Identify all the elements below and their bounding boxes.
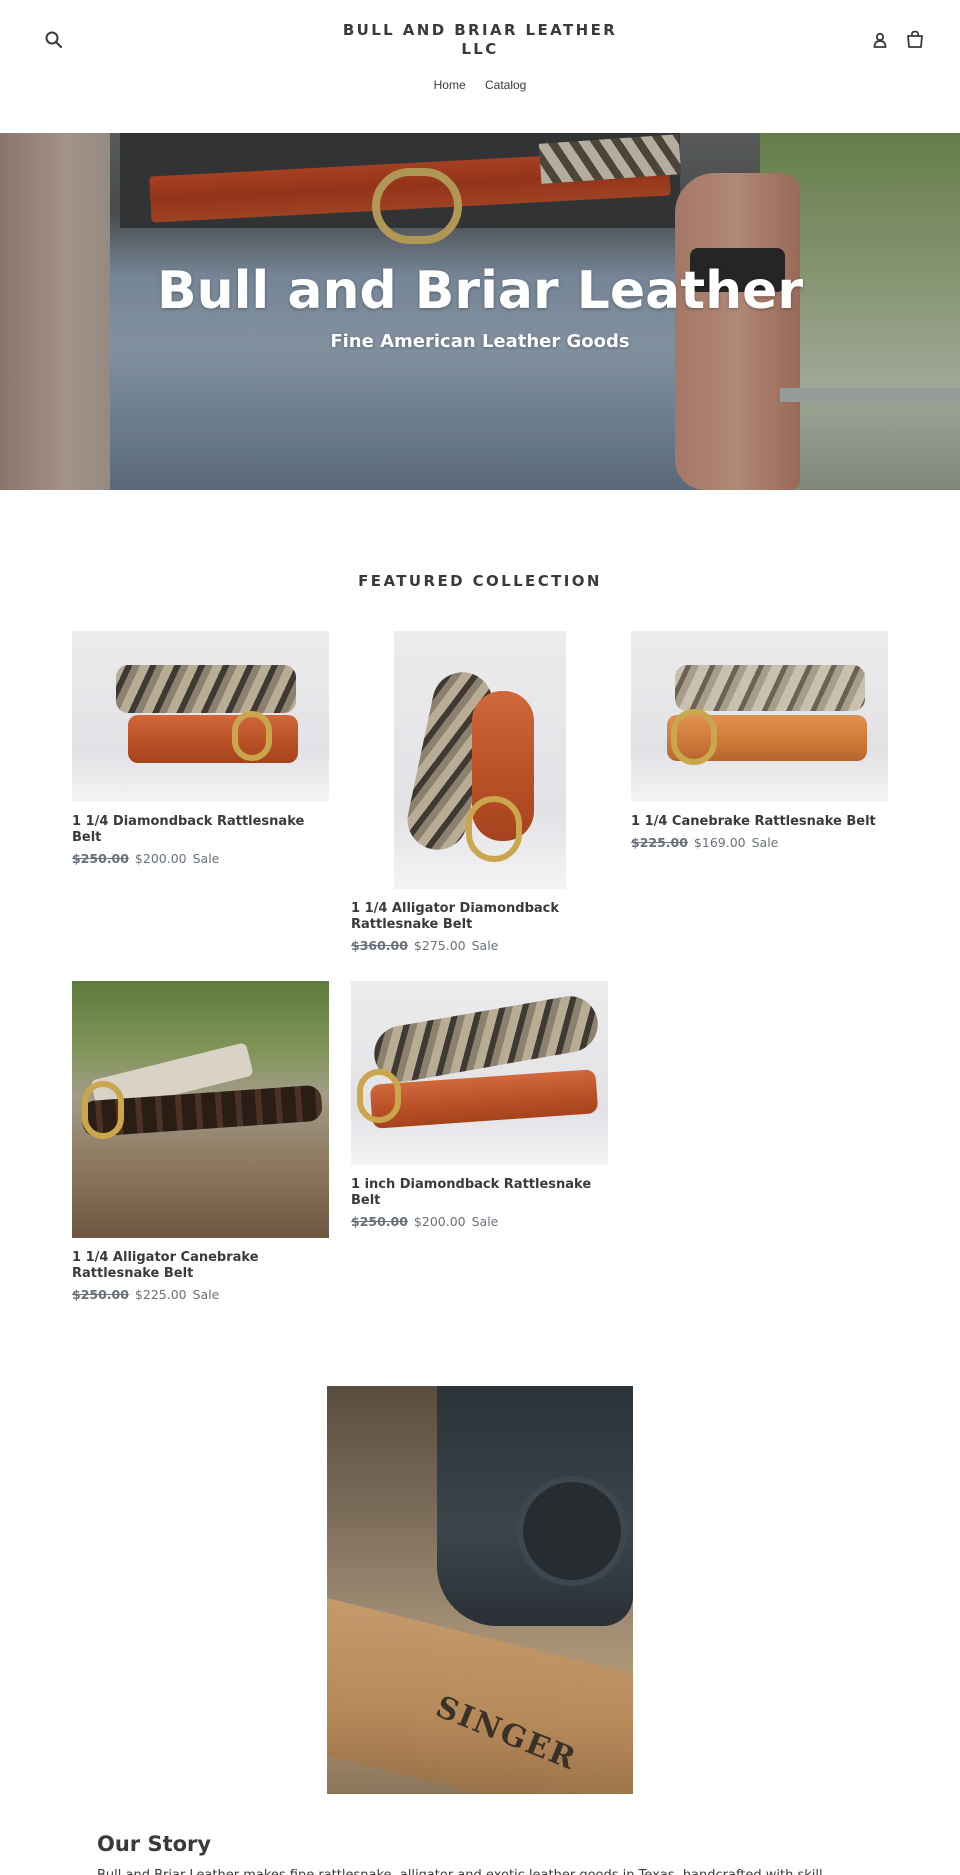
product-image[interactable] <box>631 631 888 802</box>
product-card[interactable]: 1 1/4 Diamondback Rattlesnake Belt $250.… <box>72 631 329 866</box>
story-text: Bull and Briar Leather makes fine rattle… <box>97 1866 863 1875</box>
sale-price: $200.00 <box>413 1214 466 1229</box>
sale-price: $225.00 <box>134 1287 187 1302</box>
site-header: BULL AND BRIAR LEATHER LLC Home Catalog <box>0 0 960 133</box>
shop-name-logo[interactable]: BULL AND BRIAR LEATHER LLC <box>330 21 630 59</box>
product-title[interactable]: 1 inch Diamondback Rattlesnake Belt <box>351 1177 608 1209</box>
hero-subtitle: Fine American Leather Goods <box>330 331 630 352</box>
main-nav: Home Catalog <box>0 78 960 92</box>
user-icon[interactable] <box>870 30 890 50</box>
nav-link-catalog[interactable]: Catalog <box>485 78 526 92</box>
compare-price: $360.00 <box>351 938 408 953</box>
product-image[interactable] <box>72 631 329 802</box>
product-price: $250.00 $225.00 Sale <box>72 1287 329 1302</box>
product-image[interactable] <box>393 631 566 889</box>
hero-banner: Bull and Briar Leather Fine American Lea… <box>0 133 960 490</box>
sale-badge: Sale <box>471 938 499 953</box>
sale-badge: Sale <box>751 835 779 850</box>
compare-price: $250.00 <box>72 1287 129 1302</box>
sale-badge: Sale <box>192 1287 220 1302</box>
sewing-machine-image: SINGER <box>327 1386 633 1794</box>
sale-price: $200.00 <box>134 851 187 866</box>
product-image[interactable] <box>351 981 608 1165</box>
product-card[interactable]: 1 1/4 Alligator Diamondback Rattlesnake … <box>351 631 608 953</box>
hero-title: Bull and Briar Leather <box>156 261 804 321</box>
product-price: $225.00 $169.00 Sale <box>631 835 888 850</box>
product-card[interactable]: 1 inch Diamondback Rattlesnake Belt $250… <box>351 981 608 1229</box>
product-price: $360.00 $275.00 Sale <box>351 938 608 953</box>
product-title[interactable]: 1 1/4 Alligator Canebrake Rattlesnake Be… <box>72 1250 329 1282</box>
sale-price: $169.00 <box>693 835 746 850</box>
product-card[interactable]: 1 1/4 Alligator Canebrake Rattlesnake Be… <box>72 981 329 1302</box>
product-title[interactable]: 1 1/4 Alligator Diamondback Rattlesnake … <box>351 901 608 933</box>
compare-price: $250.00 <box>72 851 129 866</box>
compare-price: $225.00 <box>631 835 688 850</box>
featured-collection-title: FEATURED COLLECTION <box>358 572 602 590</box>
sale-price: $275.00 <box>413 938 466 953</box>
product-image[interactable] <box>72 981 329 1238</box>
product-card[interactable]: 1 1/4 Canebrake Rattlesnake Belt $225.00… <box>631 631 888 850</box>
search-icon[interactable] <box>44 30 64 50</box>
story-title: Our Story <box>97 1832 212 1856</box>
cart-icon[interactable] <box>904 30 926 50</box>
nav-link-home[interactable]: Home <box>434 78 466 92</box>
sale-badge: Sale <box>192 851 220 866</box>
product-title[interactable]: 1 1/4 Canebrake Rattlesnake Belt <box>631 814 888 830</box>
sale-badge: Sale <box>471 1214 499 1229</box>
product-price: $250.00 $200.00 Sale <box>72 851 329 866</box>
product-price: $250.00 $200.00 Sale <box>351 1214 608 1229</box>
compare-price: $250.00 <box>351 1214 408 1229</box>
product-title[interactable]: 1 1/4 Diamondback Rattlesnake Belt <box>72 814 329 846</box>
